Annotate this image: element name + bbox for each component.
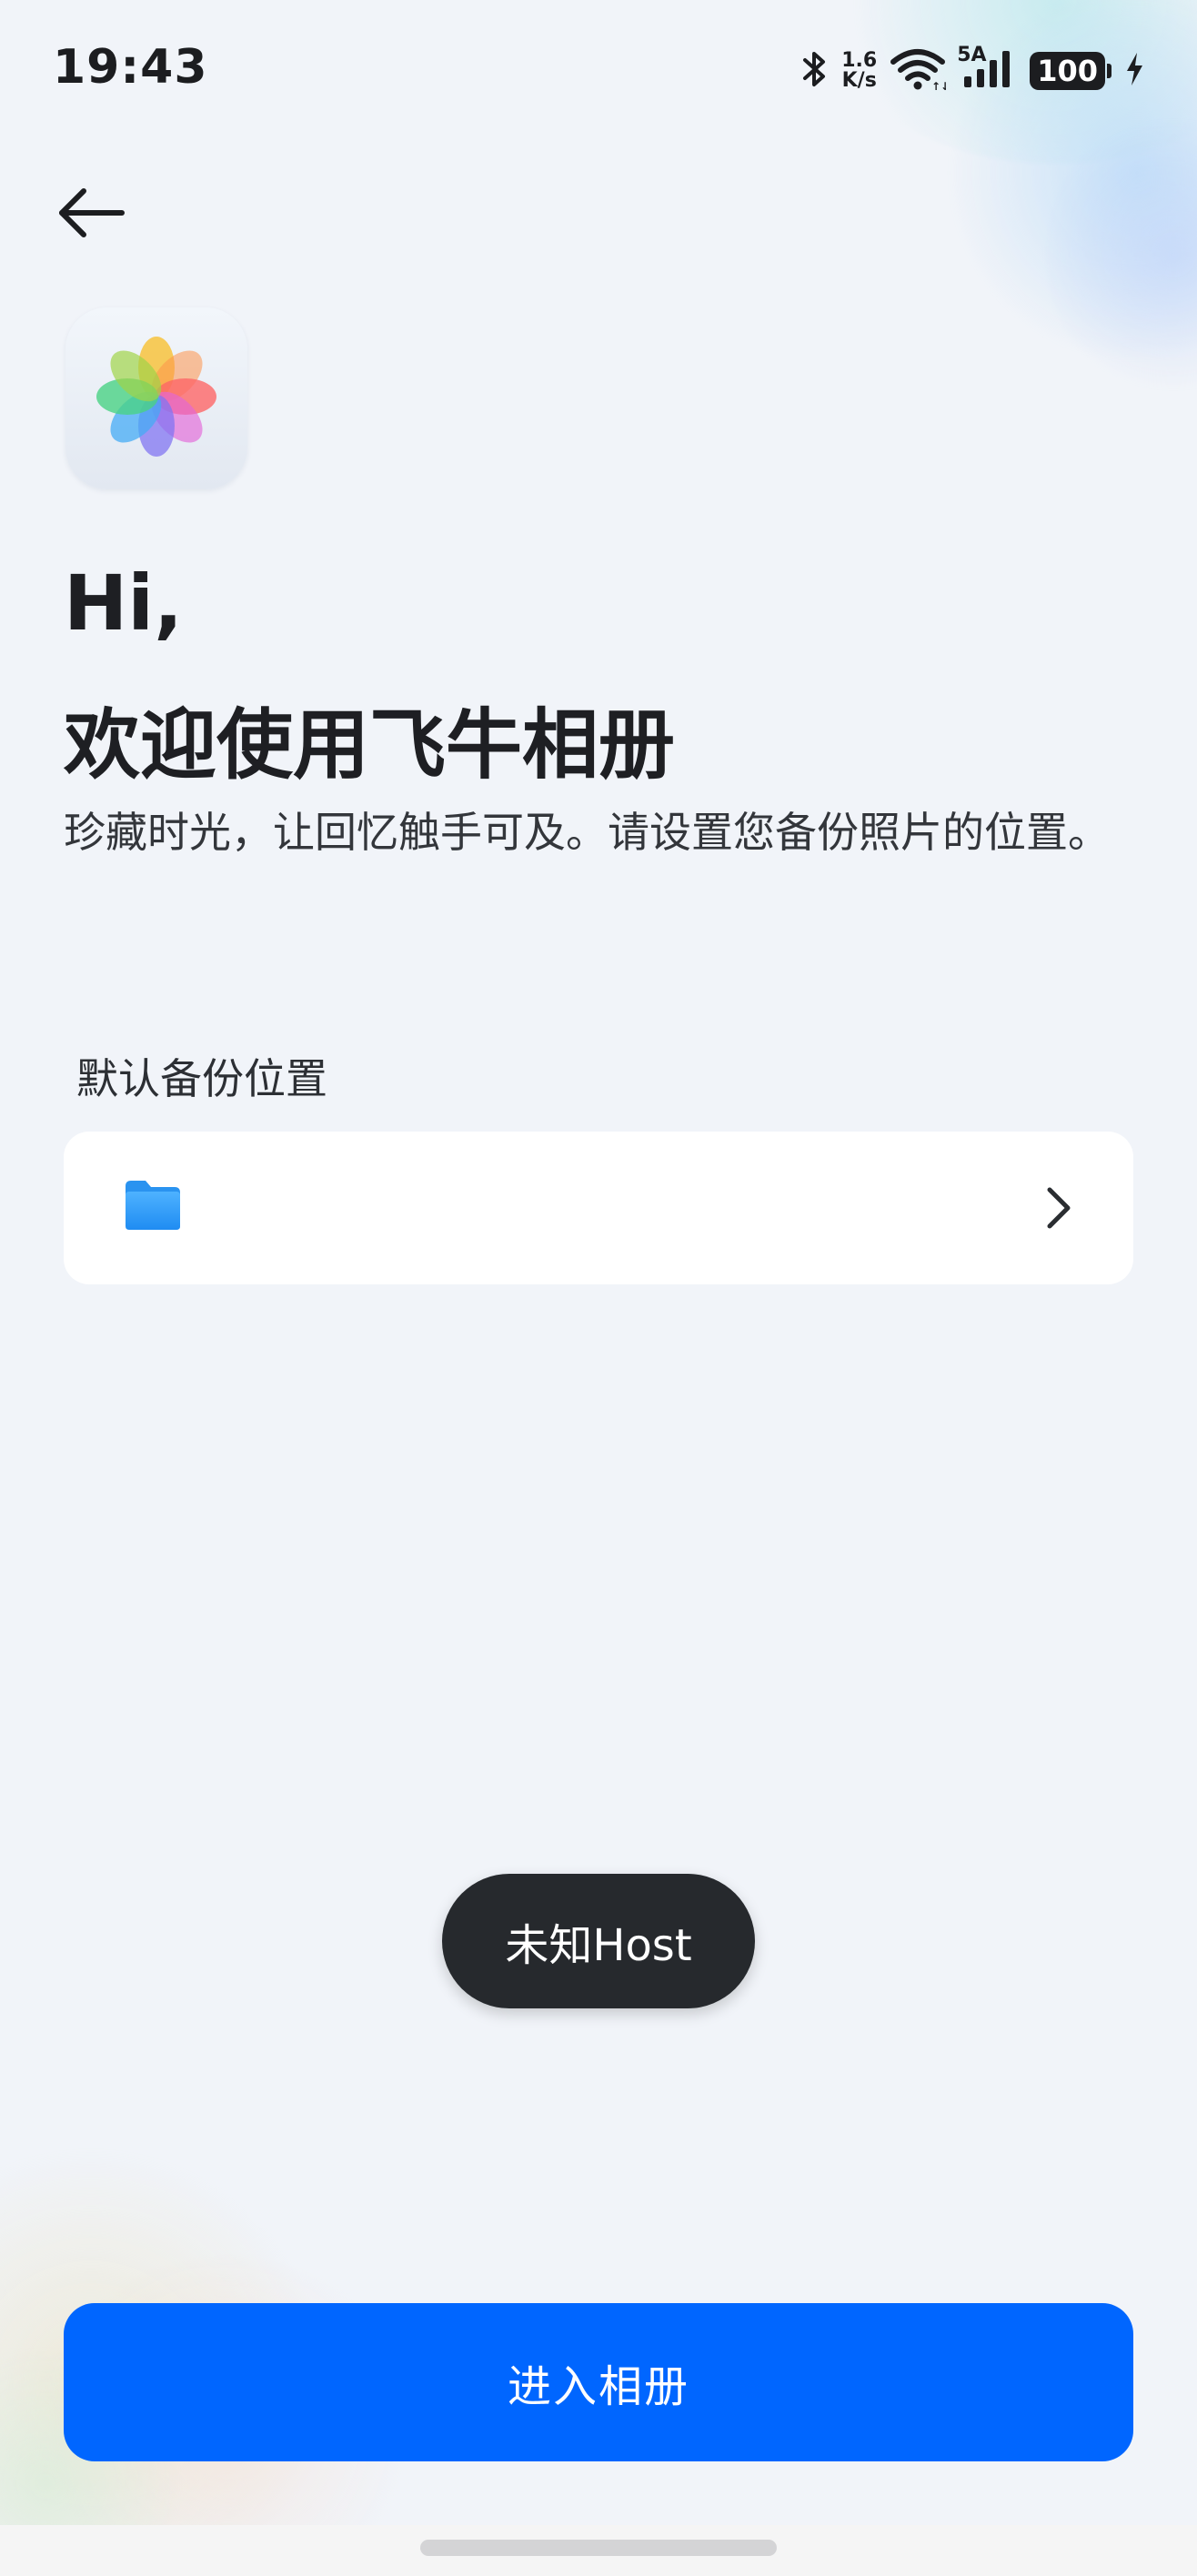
photos-flower-icon	[84, 324, 229, 473]
signal-label: 5A	[957, 44, 987, 66]
status-bar: 19:43 1.6 K/s ↑↓ 5A 100	[0, 0, 1197, 136]
network-speed: 1.6 K/s	[841, 51, 877, 91]
charging-icon	[1124, 51, 1144, 91]
backup-location-selector[interactable]	[64, 1132, 1133, 1284]
status-icons: 1.6 K/s ↑↓ 5A 100	[801, 44, 1144, 98]
arrow-left-icon	[55, 186, 127, 244]
toast-message: 未知Host	[442, 1874, 755, 2008]
network-speed-unit: K/s	[841, 69, 877, 92]
app-icon	[65, 307, 247, 489]
battery-level: 100	[1030, 52, 1105, 90]
battery-icon: 100	[1030, 52, 1112, 90]
navigation-bar	[0, 2525, 1197, 2576]
svg-text:↑↓: ↑↓	[931, 80, 946, 91]
status-time: 19:43	[53, 40, 208, 95]
enter-album-button[interactable]: 进入相册	[64, 2303, 1133, 2461]
wifi-icon: ↑↓	[890, 47, 950, 95]
folder-icon	[122, 1177, 184, 1233]
home-indicator[interactable]	[420, 2540, 777, 2556]
battery-tip	[1107, 64, 1112, 78]
page-title: 欢迎使用飞牛相册	[64, 700, 676, 790]
back-button[interactable]	[55, 178, 146, 251]
chevron-right-icon	[1041, 1182, 1077, 1233]
backup-location-label: 默认备份位置	[76, 1054, 327, 1103]
bluetooth-icon	[801, 49, 829, 93]
cell-signal-icon: 5A	[957, 44, 1017, 93]
greeting-text: Hi,	[64, 558, 184, 648]
page-subtitle: 珍藏时光，让回忆触手可及。请设置您备份照片的位置。	[64, 808, 1110, 857]
network-speed-value: 1.6	[841, 49, 878, 72]
